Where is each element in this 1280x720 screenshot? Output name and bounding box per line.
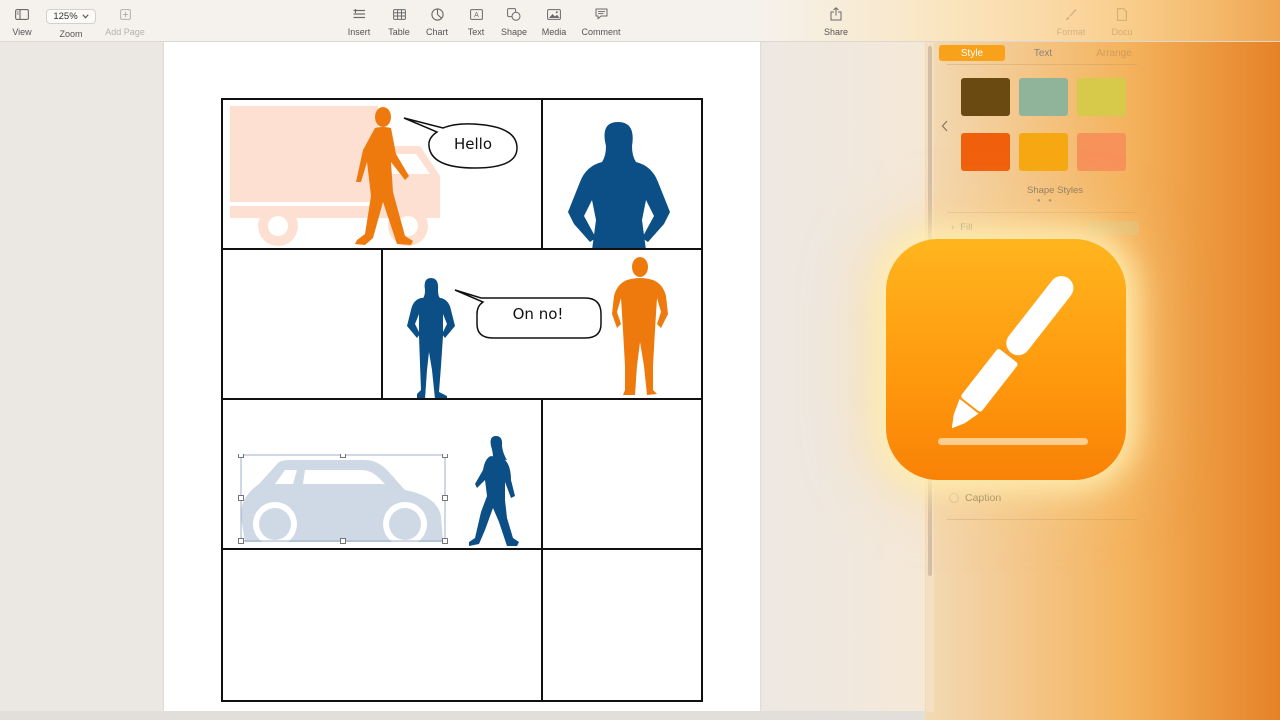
share-icon: [827, 6, 845, 22]
view-label: View: [12, 27, 32, 37]
zoom-label: Zoom: [59, 29, 83, 39]
fill-row[interactable]: › Fill: [951, 222, 972, 233]
comment-button[interactable]: Comment: [571, 6, 631, 37]
document-canvas: Hello On no!: [0, 42, 925, 712]
bubble-text-hello[interactable]: Hello: [428, 135, 518, 153]
tab-style[interactable]: Style: [939, 45, 1005, 61]
caption-checkbox[interactable]: [949, 493, 959, 503]
caption-checkbox-row[interactable]: Caption: [949, 492, 1001, 504]
photo-icon: [545, 6, 563, 22]
format-label: Format: [1056, 27, 1086, 37]
comic-panel-4[interactable]: On no!: [381, 248, 703, 400]
disclosure-chevron-icon: ›: [951, 222, 955, 233]
insert-label: Insert: [347, 27, 371, 37]
add-page-label: Add Page: [105, 27, 145, 37]
shape-style-swatch-6[interactable]: [1077, 133, 1126, 171]
comic-panel-3[interactable]: [221, 248, 383, 400]
zoom-dropdown[interactable]: 125%: [46, 9, 96, 24]
document-icon: [1113, 6, 1131, 22]
fill-label: Fill: [960, 222, 973, 233]
tab-arrange[interactable]: Arrange: [1081, 45, 1147, 61]
pen-icon: [938, 276, 1088, 445]
pages-app-icon: [886, 239, 1126, 480]
fill-color-well[interactable]: [1087, 221, 1139, 235]
comic-panel-2[interactable]: [541, 98, 703, 250]
share-button[interactable]: Share: [806, 6, 866, 37]
add-page-icon: [116, 6, 134, 22]
blue-woman-bust-figure[interactable]: [566, 120, 672, 250]
shape-style-swatch-3[interactable]: [1077, 78, 1126, 116]
share-label: Share: [823, 27, 849, 37]
document-button[interactable]: Docu: [1092, 6, 1152, 37]
caption-label: Caption: [965, 492, 1002, 504]
zoom-value: 125%: [53, 11, 78, 22]
comment-icon: [592, 6, 610, 22]
text-box-icon: A: [467, 6, 485, 22]
chart-label: Chart: [425, 27, 448, 37]
divider: [947, 519, 1137, 520]
shape-icon: [505, 6, 523, 22]
orange-standing-man-figure[interactable]: [611, 256, 669, 398]
text-label: Text: [467, 27, 485, 37]
shape-style-swatch-2[interactable]: [1019, 78, 1068, 116]
chevron-left-icon[interactable]: [941, 120, 949, 132]
shape-style-swatch-1[interactable]: [961, 78, 1010, 116]
comic-panel-6[interactable]: [541, 398, 703, 550]
shape-style-swatch-5[interactable]: [1019, 133, 1068, 171]
blue-standing-woman-figure[interactable]: [405, 276, 457, 400]
shape-styles-label: Shape Styles: [1027, 185, 1083, 196]
shape-style-swatch-4[interactable]: [961, 133, 1010, 171]
comic-panel-8[interactable]: [541, 548, 703, 702]
insert-icon: [350, 6, 368, 22]
page: Hello On no!: [164, 42, 760, 712]
chart-pie-icon: [428, 6, 446, 22]
comic-panel-7[interactable]: [221, 548, 543, 702]
comic-panel-1[interactable]: Hello: [221, 98, 543, 250]
chevron-down-icon: [82, 14, 89, 19]
table-icon: [390, 6, 408, 22]
divider: [947, 64, 1137, 65]
paintbrush-icon: [1062, 6, 1080, 22]
bottom-bar: [0, 711, 925, 720]
document-label: Docu: [1111, 27, 1133, 37]
blue-walking-woman-figure[interactable]: [467, 434, 523, 550]
media-label: Media: [541, 27, 567, 37]
bubble-text-oh-no[interactable]: On no!: [483, 305, 593, 323]
view-button[interactable]: View: [0, 6, 52, 37]
comic-panel-5[interactable]: [221, 398, 543, 550]
comment-label: Comment: [581, 27, 621, 37]
toolbar: View 125% Zoom Add Page Insert Table Cha…: [0, 0, 1280, 42]
svg-text:A: A: [474, 12, 479, 19]
car-image-selected[interactable]: [237, 454, 449, 550]
add-page-button[interactable]: Add Page: [95, 6, 155, 37]
page-dots[interactable]: ● ●: [1037, 198, 1055, 204]
sidebar-icon: [13, 6, 31, 22]
tab-text[interactable]: Text: [1010, 45, 1076, 61]
comic-grid: Hello On no!: [221, 98, 703, 702]
divider: [947, 212, 1137, 213]
